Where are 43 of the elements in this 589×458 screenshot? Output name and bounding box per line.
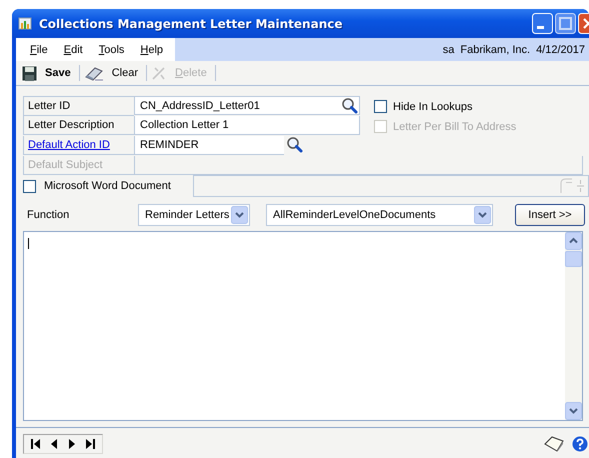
note-icon[interactable] (544, 436, 564, 452)
lookup-icon[interactable] (341, 96, 359, 114)
checkbox[interactable] (23, 180, 36, 192)
checkbox-label: Letter Per Bill To Address (393, 120, 516, 132)
function-label: Function (26, 209, 70, 221)
menu-item[interactable]: Tools (90, 42, 132, 56)
input-field[interactable]: Collection Letter 1 (134, 116, 360, 135)
maximize-button[interactable] (555, 13, 576, 34)
menu-item[interactable]: File (22, 42, 56, 56)
lookup-icon[interactable] (286, 136, 304, 154)
minimize-button[interactable] (532, 13, 553, 34)
checkbox-label: Hide In Lookups (393, 100, 472, 112)
first-record-icon[interactable] (30, 438, 42, 450)
scroll-up-button[interactable] (565, 232, 582, 250)
eraser-icon (84, 66, 104, 80)
checkbox[interactable] (374, 100, 387, 113)
company-name: Fabrikam, Inc. (460, 44, 530, 56)
input-field[interactable]: CN_AddressID_Letter01 (134, 96, 360, 115)
delete-icon (151, 66, 167, 80)
clear-button[interactable]: Clear (80, 64, 146, 82)
scroll-thumb[interactable] (565, 251, 582, 267)
menu-item[interactable]: Help (132, 42, 172, 56)
text-cursor (28, 238, 29, 249)
checkbox-label: Microsoft Word Document (44, 180, 171, 192)
field-label[interactable]: Default Action ID (23, 136, 134, 155)
field-label: Letter ID (23, 96, 134, 116)
caret-icon[interactable] (474, 206, 491, 224)
last-record-icon[interactable] (84, 438, 96, 450)
insert-button[interactable]: Insert >> (515, 204, 585, 226)
caret-icon[interactable] (231, 206, 248, 224)
field-label: Default Subject (23, 156, 134, 175)
save-button[interactable]: Save (18, 64, 79, 82)
window-title: Collections Management Letter Maintenance (39, 16, 342, 30)
menu-item[interactable]: Edit (56, 42, 91, 56)
scroll-down-button[interactable] (565, 402, 582, 420)
scroll-bar[interactable] (565, 232, 582, 420)
help-icon[interactable] (572, 436, 588, 452)
field-label: Letter Description (23, 116, 134, 135)
user-name: sa (442, 44, 454, 56)
function-dropdown[interactable]: AllReminderLevelOneDocuments (266, 204, 493, 226)
session-date: 4/12/2017 (536, 44, 585, 56)
category-dropdown[interactable]: Reminder Letters (138, 204, 250, 226)
app-icon (18, 16, 34, 32)
